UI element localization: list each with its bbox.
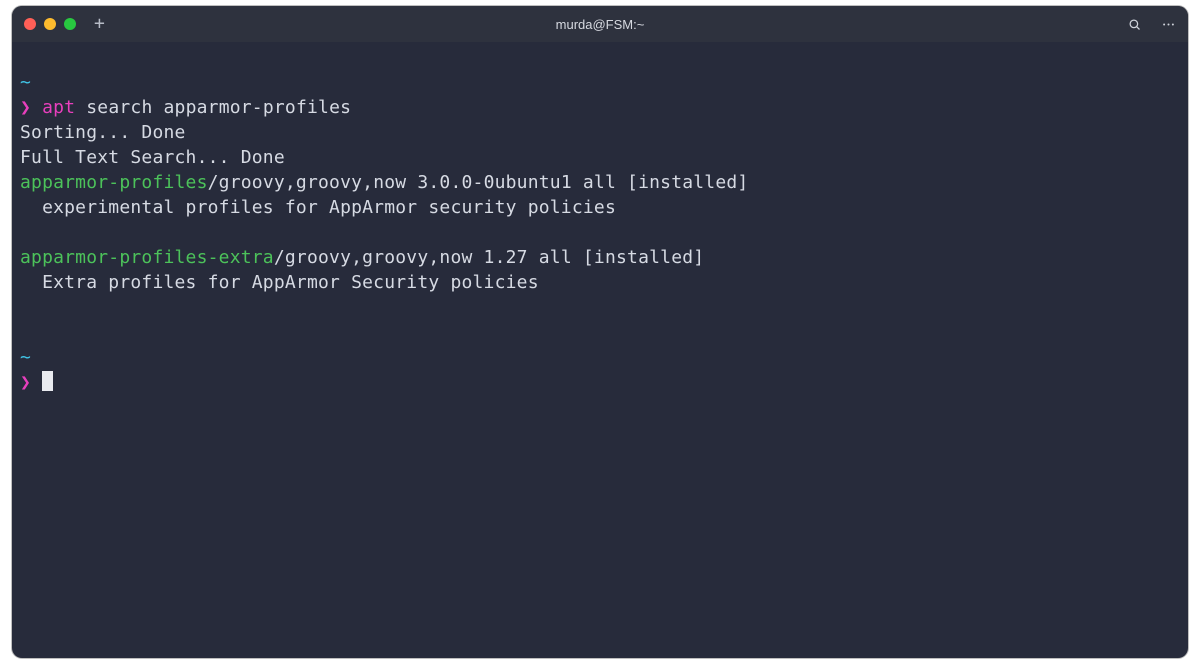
command-keyword: apt	[42, 97, 75, 118]
titlebar-right	[1126, 16, 1176, 32]
menu-icon[interactable]	[1160, 16, 1176, 32]
minimize-window-button[interactable]	[44, 18, 56, 30]
prompt-glyph: ❯	[20, 97, 31, 118]
output-sorting: Sorting... Done	[20, 122, 186, 143]
window-controls	[24, 18, 76, 30]
tilde-line: ~	[20, 72, 31, 93]
command-args: search apparmor-profiles	[75, 97, 351, 118]
search-icon[interactable]	[1126, 16, 1142, 32]
result-name: apparmor-profiles-extra	[20, 247, 274, 268]
output-fulltext: Full Text Search... Done	[20, 147, 285, 168]
result-desc: experimental profiles for AppArmor secur…	[20, 197, 616, 218]
result-meta: /groovy,groovy,now 3.0.0-0ubuntu1 all [i…	[208, 172, 749, 193]
result-desc: Extra profiles for AppArmor Security pol…	[20, 272, 539, 293]
result-name: apparmor-profiles	[20, 172, 208, 193]
terminal-body[interactable]: ~ ❯ apt search apparmor-profiles Sorting…	[12, 42, 1188, 658]
zoom-window-button[interactable]	[64, 18, 76, 30]
cursor	[42, 371, 53, 391]
terminal-window: + murda@FSM:~ ~ ❯ apt search apparmor-pr…	[12, 6, 1188, 658]
tilde-line: ~	[20, 347, 31, 368]
close-window-button[interactable]	[24, 18, 36, 30]
result-meta: /groovy,groovy,now 1.27 all [installed]	[274, 247, 704, 268]
window-title: murda@FSM:~	[12, 17, 1188, 32]
titlebar: + murda@FSM:~	[12, 6, 1188, 42]
new-tab-button[interactable]: +	[94, 15, 105, 33]
prompt-glyph: ❯	[20, 372, 31, 393]
